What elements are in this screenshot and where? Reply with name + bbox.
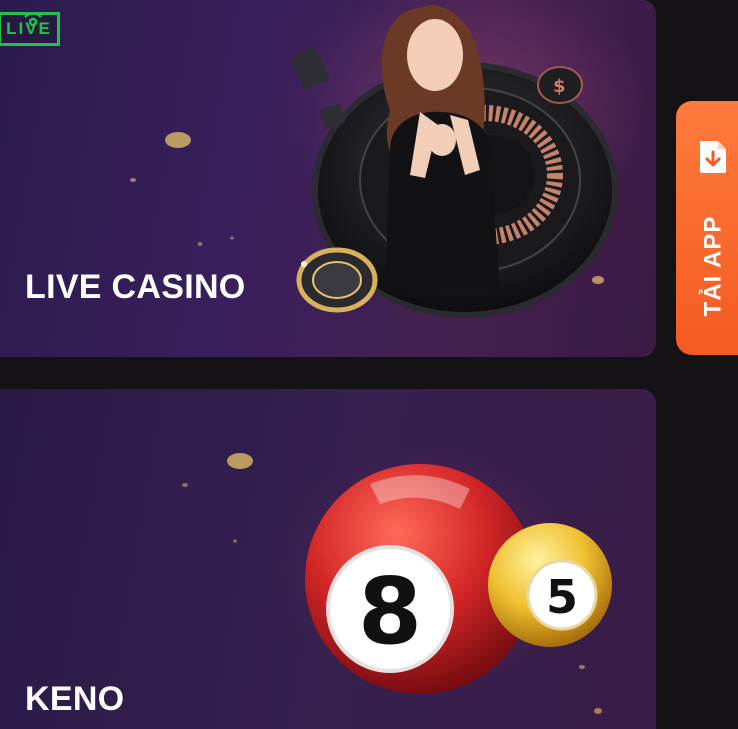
download-app-tab[interactable]: TẢI APP	[676, 101, 738, 355]
live-casino-card[interactable]: $ LIVE LIVE CASINO	[0, 0, 656, 357]
keno-ball-number-8: 8	[358, 558, 422, 665]
download-icon	[700, 141, 726, 173]
svg-text:$: $	[553, 76, 566, 97]
keno-ball-gold-image: 5	[488, 523, 612, 647]
download-app-label: TẢI APP	[699, 215, 727, 317]
casino-chip-image	[296, 247, 378, 313]
keno-title: KENO	[25, 680, 125, 718]
live-badge: LIVE	[0, 12, 60, 46]
keno-ball-number-5: 5	[546, 570, 578, 624]
keno-card[interactable]: 8 5 KENO	[0, 389, 656, 729]
live-casino-title: LIVE CASINO	[25, 268, 246, 306]
signal-icon	[24, 12, 42, 27]
download-app-label-wrap: TẢI APP	[698, 196, 728, 336]
